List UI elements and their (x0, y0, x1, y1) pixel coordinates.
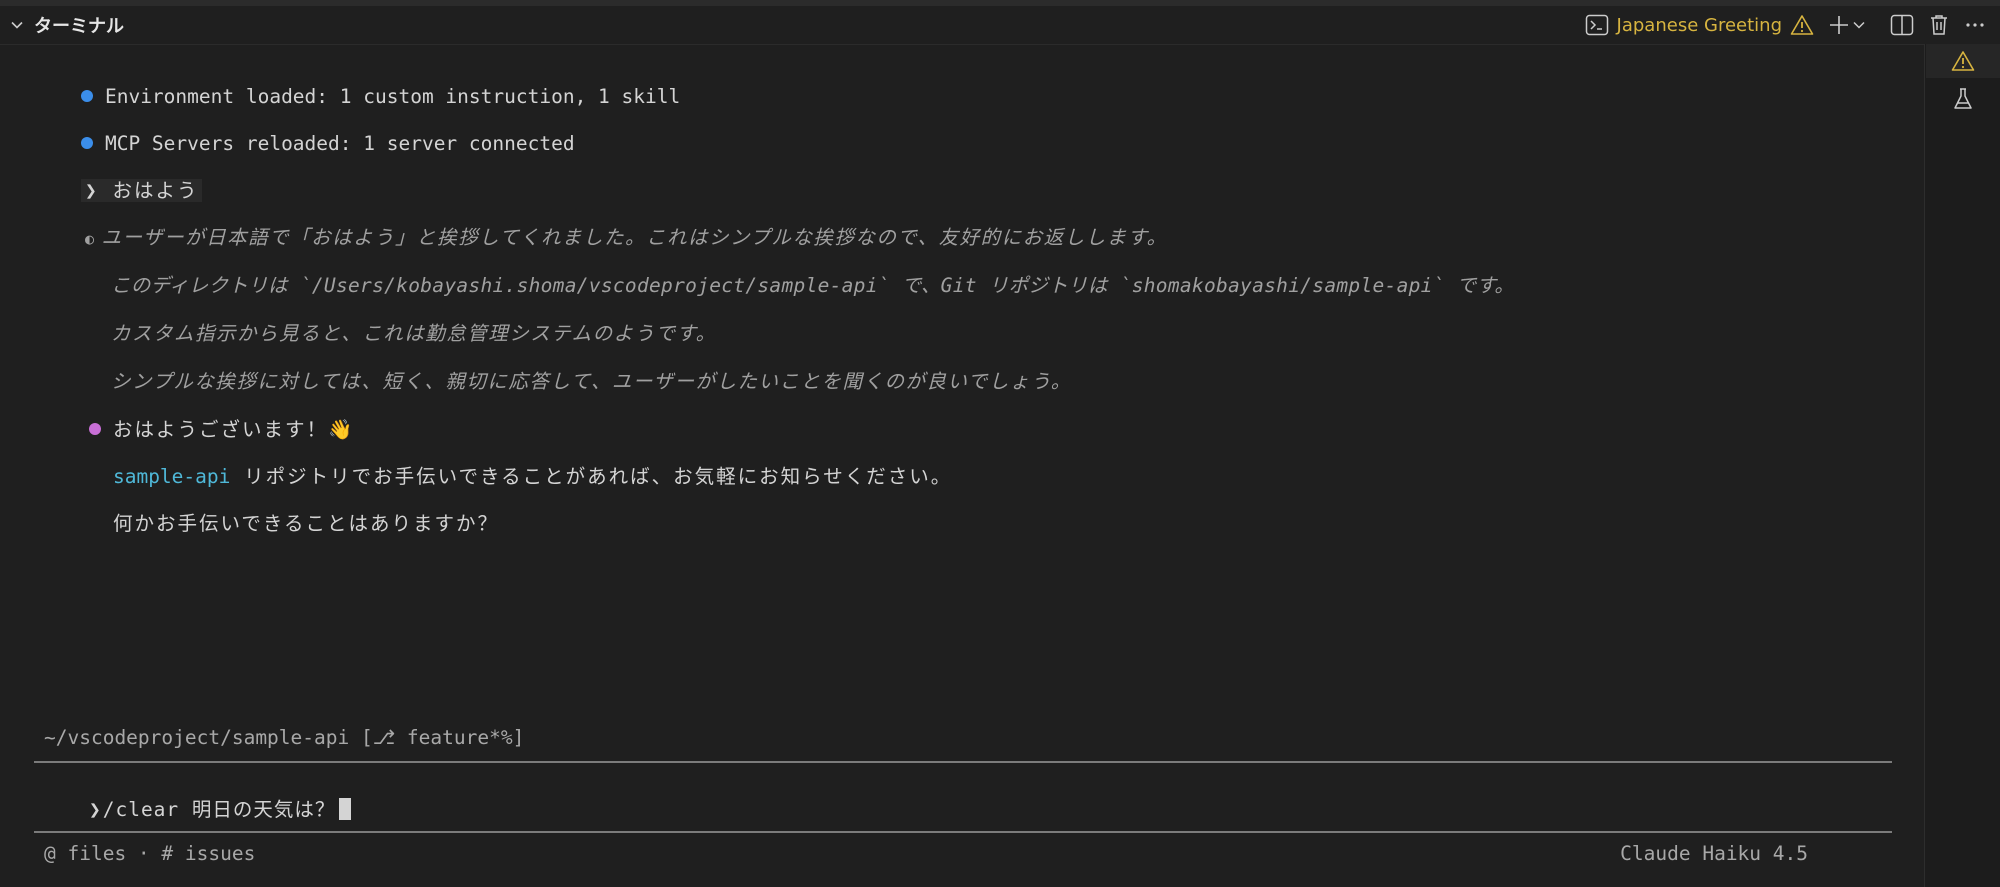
model-selector[interactable]: Claude Haiku 4.5 (1620, 842, 1808, 865)
input-chevron-icon: ❯ (88, 798, 103, 821)
terminal-panel-header: ターミナル Japanese Greeting (0, 6, 2000, 45)
input-top-divider (34, 761, 1892, 763)
info-dot-icon (80, 89, 93, 102)
panel-title[interactable]: ターミナル (34, 12, 124, 38)
terminal-tabs-sidebar (1924, 44, 2000, 887)
terminal-icon (1585, 11, 1609, 39)
input-line[interactable]: ❯/clear 明日の天気は？ (34, 771, 352, 849)
reply-question: 何かお手伝いできることはありますか？ (112, 512, 499, 535)
thinking-text: カスタム指示から見ると、これは勤怠管理システムのようです。 (110, 322, 717, 345)
chat-input-field[interactable]: /clear 明日の天気は？ (103, 798, 336, 821)
terminal-name: Japanese Greeting (1616, 14, 1782, 36)
warning-icon[interactable] (1950, 48, 1976, 74)
thinking-icon: ◐ (84, 230, 96, 248)
text-cursor (339, 797, 352, 820)
info-dot-icon (80, 136, 93, 149)
thinking-text: このディレクトリは `/Users/kobayashi.shoma/vscode… (110, 274, 1515, 297)
terminal-tab[interactable]: Japanese Greeting (1585, 11, 1814, 39)
split-terminal-icon[interactable] (1890, 11, 1914, 39)
thinking-text: シンプルな挨拶に対しては、短く、親切に応答して、ユーザーがしたいことを聞くのが良… (110, 370, 1072, 393)
flask-icon[interactable] (1950, 86, 1976, 112)
warning-icon (1790, 11, 1814, 39)
terminal-output[interactable]: Environment loaded: 1 custom instruction… (0, 44, 1924, 887)
reply-dot-icon (88, 422, 101, 435)
thinking-text: ユーザーが日本語で「おはよう」と挨拶してくれました。これはシンプルな挨拶なので、… (101, 226, 1168, 249)
cwd-status: ~/vscodeproject/sample-api [⎇ feature*%] (44, 726, 525, 749)
new-terminal-button[interactable] (1828, 11, 1850, 39)
chevron-down-icon[interactable] (8, 16, 26, 34)
input-bottom-divider (34, 831, 1892, 833)
trash-icon[interactable] (1928, 11, 1950, 39)
reply-line: 何かお手伝いできることはありますか？ (58, 485, 499, 563)
more-icon[interactable] (1964, 11, 1986, 39)
input-hints: @ files · # issues (44, 842, 256, 865)
chevron-down-icon[interactable] (1852, 11, 1866, 39)
